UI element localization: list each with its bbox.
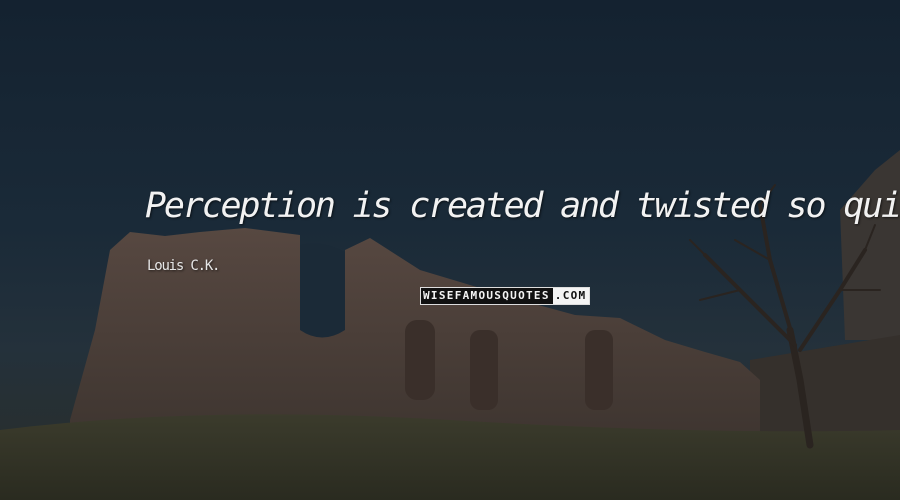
quote-image: Perception is created and twisted so qui… — [0, 0, 900, 500]
quote-text: Perception is created and twisted so qui… — [145, 186, 900, 226]
watermark-tld: .COM — [552, 288, 590, 304]
tower — [840, 150, 900, 340]
arch-opening — [300, 243, 345, 338]
background-photo — [0, 150, 900, 500]
watermark-logo: WISEFAMOUSQUOTES .COM — [420, 287, 591, 305]
low-wall — [750, 335, 900, 445]
window-recess — [585, 330, 613, 410]
watermark-main: WISEFAMOUSQUOTES — [421, 288, 553, 304]
window-recess — [405, 320, 435, 400]
window-recess — [470, 330, 498, 410]
quote-author: Louis C.K. — [147, 258, 221, 274]
